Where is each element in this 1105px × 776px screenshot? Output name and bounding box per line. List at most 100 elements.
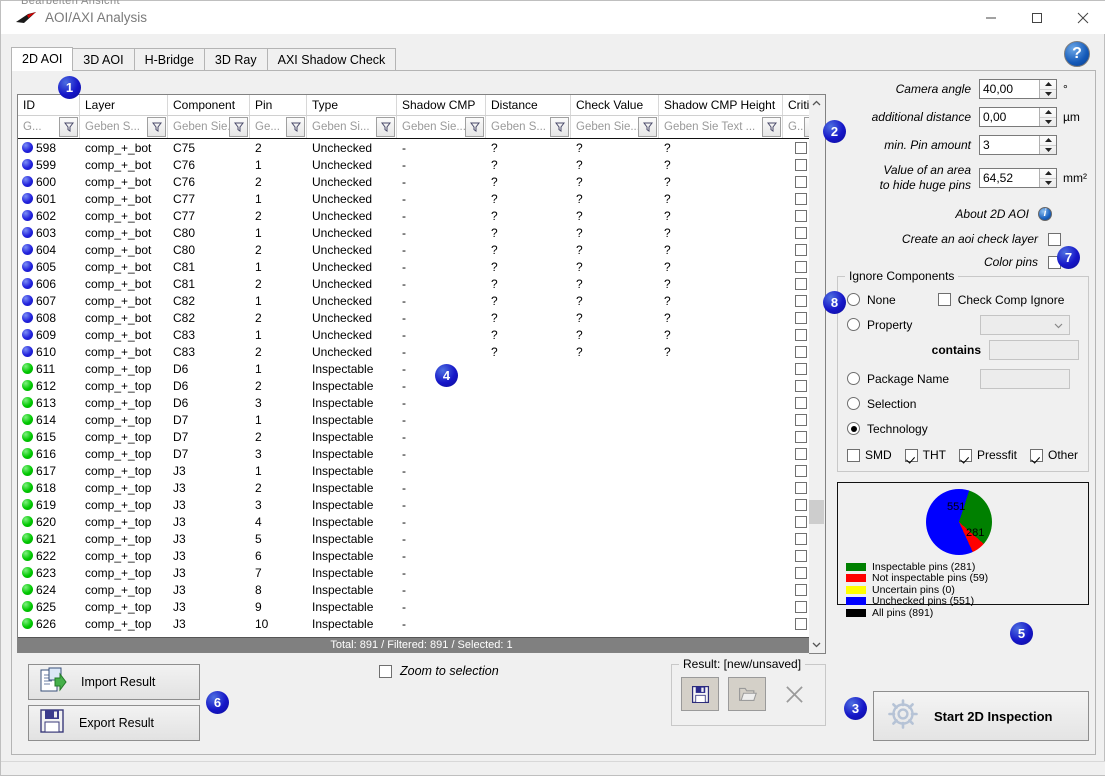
technology-pressfit-checkbox[interactable] bbox=[959, 448, 972, 462]
table-row[interactable]: 617 comp_+_top J3 1 Inspectable - bbox=[18, 462, 825, 479]
filter-funnel-icon[interactable] bbox=[59, 117, 78, 137]
table-row[interactable]: 600 comp_+_bot C76 2 Unchecked -??? bbox=[18, 173, 825, 190]
critical-checkbox[interactable] bbox=[795, 260, 807, 273]
maximize-button[interactable] bbox=[1014, 1, 1060, 34]
critical-checkbox[interactable] bbox=[795, 515, 807, 528]
additional-distance-stepper[interactable]: 0,00 bbox=[979, 107, 1057, 127]
table-row[interactable]: 611 comp_+_top D6 1 Inspectable - bbox=[18, 360, 825, 377]
table-row[interactable]: 616 comp_+_top D7 3 Inspectable - bbox=[18, 445, 825, 462]
table-row[interactable]: 603 comp_+_bot C80 1 Unchecked -??? bbox=[18, 224, 825, 241]
critical-checkbox[interactable] bbox=[795, 413, 807, 426]
technology-smd[interactable]: SMD bbox=[847, 448, 892, 462]
filter-cell-shadow-cmp[interactable]: Geben Sie... bbox=[397, 116, 486, 138]
critical-checkbox[interactable] bbox=[795, 277, 807, 290]
check-comp-ignore-checkbox[interactable] bbox=[937, 293, 951, 306]
critical-checkbox[interactable] bbox=[795, 158, 807, 171]
help-button[interactable]: ? bbox=[1064, 41, 1090, 67]
tab-h-bridge[interactable]: H-Bridge bbox=[133, 48, 205, 71]
technology-other-checkbox[interactable] bbox=[1030, 448, 1044, 462]
critical-checkbox[interactable] bbox=[795, 345, 807, 358]
spin-up-icon[interactable] bbox=[1040, 80, 1056, 90]
table-row[interactable]: 605 comp_+_bot C81 1 Unchecked -??? bbox=[18, 258, 825, 275]
spin-up-icon[interactable] bbox=[1040, 169, 1056, 179]
scrollbar-thumb[interactable] bbox=[809, 500, 824, 524]
tab-3d-ray[interactable]: 3D Ray bbox=[203, 48, 268, 71]
critical-checkbox[interactable] bbox=[795, 583, 807, 596]
property-combo[interactable] bbox=[980, 314, 1071, 335]
technology-pressfit[interactable]: Pressfit bbox=[959, 448, 1017, 462]
critical-checkbox[interactable] bbox=[795, 328, 807, 341]
import-result-button[interactable]: Import Result bbox=[28, 664, 200, 700]
table-row[interactable]: 622 comp_+_top J3 6 Inspectable - bbox=[18, 547, 825, 564]
filter-input[interactable]: Geben Sie... bbox=[571, 121, 638, 133]
critical-checkbox[interactable] bbox=[795, 447, 807, 460]
filter-funnel-icon[interactable] bbox=[465, 117, 484, 137]
filter-cell-layer[interactable]: Geben S... bbox=[80, 116, 168, 138]
tab-2d-aoi[interactable]: 2D AOI bbox=[11, 47, 74, 71]
radio-none[interactable] bbox=[847, 293, 860, 306]
export-result-button[interactable]: Export Result bbox=[28, 705, 200, 741]
table-row[interactable]: 627comp_+_topJ341Inspectable- bbox=[18, 632, 825, 633]
radio-selection[interactable] bbox=[847, 397, 860, 410]
min-pin-amount-stepper[interactable]: 3 bbox=[979, 135, 1057, 155]
critical-checkbox[interactable] bbox=[795, 175, 807, 188]
critical-checkbox[interactable] bbox=[795, 141, 807, 154]
table-row[interactable]: 602 comp_+_bot C77 2 Unchecked -??? bbox=[18, 207, 825, 224]
critical-checkbox[interactable] bbox=[795, 549, 807, 562]
table-row[interactable]: 604 comp_+_bot C80 2 Unchecked -??? bbox=[18, 241, 825, 258]
filter-cell-check-value[interactable]: Geben Sie... bbox=[571, 116, 659, 138]
table-row[interactable]: 623 comp_+_top J3 7 Inspectable - bbox=[18, 564, 825, 581]
column-header-distance[interactable]: Distance bbox=[486, 95, 571, 115]
table-row[interactable]: 598 comp_+_bot C75 2 Unchecked -??? bbox=[18, 139, 825, 156]
technology-other[interactable]: Other bbox=[1030, 448, 1078, 462]
filter-cell-id[interactable]: G... bbox=[18, 116, 80, 138]
filter-funnel-icon[interactable] bbox=[550, 117, 569, 137]
column-header-shadow-cmp[interactable]: Shadow CMP bbox=[397, 95, 486, 115]
critical-checkbox[interactable] bbox=[795, 532, 807, 545]
table-row[interactable]: 612 comp_+_top D6 2 Inspectable - bbox=[18, 377, 825, 394]
critical-checkbox[interactable] bbox=[795, 192, 807, 205]
camera-angle-value[interactable]: 40,00 bbox=[980, 80, 1039, 98]
critical-checkbox[interactable] bbox=[795, 498, 807, 511]
info-icon[interactable]: i bbox=[1038, 207, 1052, 221]
filter-funnel-icon[interactable] bbox=[638, 117, 657, 137]
critical-checkbox[interactable] bbox=[795, 464, 807, 477]
contains-input[interactable] bbox=[989, 339, 1079, 360]
critical-checkbox[interactable] bbox=[795, 362, 807, 375]
column-header-component[interactable]: Component bbox=[168, 95, 250, 115]
spin-down-icon[interactable] bbox=[1040, 146, 1056, 155]
camera-angle-spin-arrows[interactable] bbox=[1039, 80, 1056, 98]
spin-up-icon[interactable] bbox=[1040, 136, 1056, 146]
table-row[interactable]: 608 comp_+_bot C82 2 Unchecked -??? bbox=[18, 309, 825, 326]
filter-input[interactable]: Geben S... bbox=[80, 121, 147, 133]
camera-angle-stepper[interactable]: 40,00 bbox=[979, 79, 1057, 99]
filter-input[interactable]: Geben Sie... bbox=[168, 121, 229, 133]
table-row[interactable]: 613 comp_+_top D6 3 Inspectable - bbox=[18, 394, 825, 411]
table-row[interactable]: 618 comp_+_top J3 2 Inspectable - bbox=[18, 479, 825, 496]
start-2d-inspection-button[interactable]: Start 2D Inspection bbox=[873, 691, 1089, 741]
critical-checkbox[interactable] bbox=[795, 430, 807, 443]
table-row[interactable]: 607 comp_+_bot C82 1 Unchecked -??? bbox=[18, 292, 825, 309]
hide-huge-pins-spin-arrows[interactable] bbox=[1039, 169, 1056, 187]
table-row[interactable]: 609 comp_+_bot C83 1 Unchecked -??? bbox=[18, 326, 825, 343]
filter-cell-distance[interactable]: Geben S... bbox=[486, 116, 571, 138]
grid-body[interactable]: 598 comp_+_bot C75 2 Unchecked -??? 599 comp_+_… bbox=[18, 139, 825, 633]
spin-up-icon[interactable] bbox=[1040, 108, 1056, 118]
save-result-button[interactable] bbox=[681, 677, 719, 711]
zoom-to-selection-checkbox[interactable] bbox=[379, 664, 392, 678]
filter-funnel-icon[interactable] bbox=[762, 117, 781, 137]
close-button[interactable] bbox=[1060, 1, 1105, 34]
tab-3d-aoi[interactable]: 3D AOI bbox=[72, 48, 135, 71]
create-aoi-layer-checkbox[interactable] bbox=[1048, 232, 1061, 246]
filter-cell-component[interactable]: Geben Sie... bbox=[168, 116, 250, 138]
table-row[interactable]: 614 comp_+_top D7 1 Inspectable - bbox=[18, 411, 825, 428]
filter-funnel-icon[interactable] bbox=[147, 117, 166, 137]
filter-input[interactable]: Geben S... bbox=[486, 121, 550, 133]
spin-down-icon[interactable] bbox=[1040, 118, 1056, 127]
column-header-pin[interactable]: Pin bbox=[250, 95, 307, 115]
technology-tht[interactable]: THT bbox=[904, 448, 946, 462]
filter-cell-type[interactable]: Geben Si... bbox=[307, 116, 397, 138]
spin-down-icon[interactable] bbox=[1040, 179, 1056, 188]
tab-axi-shadow-check[interactable]: AXI Shadow Check bbox=[266, 48, 397, 71]
critical-checkbox[interactable] bbox=[795, 600, 807, 613]
